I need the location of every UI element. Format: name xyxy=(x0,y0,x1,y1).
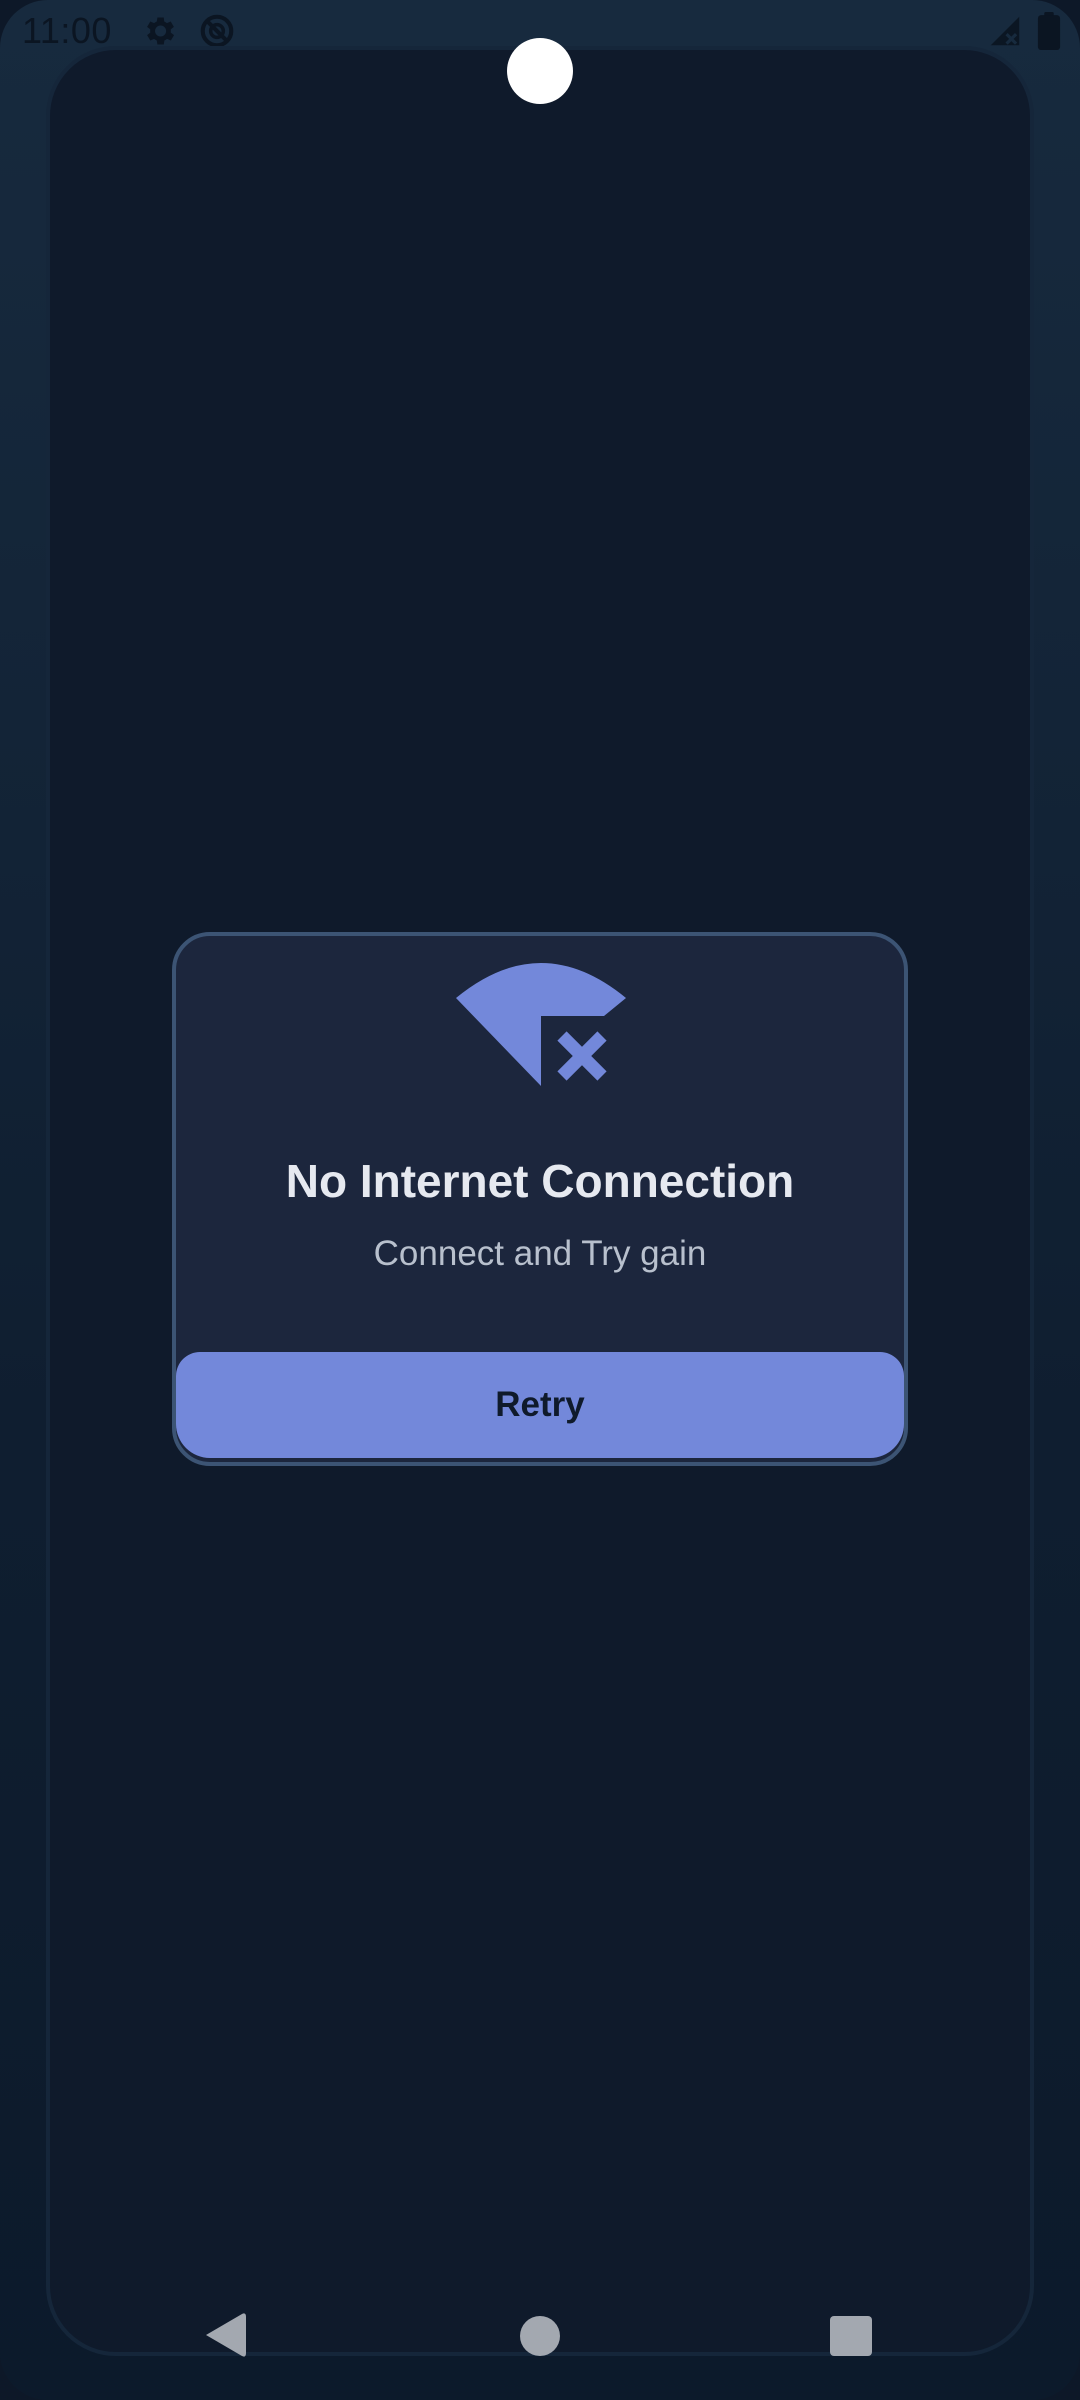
wifi-off-icon xyxy=(456,963,626,1086)
no-signal-icon xyxy=(990,16,1020,46)
home-icon[interactable] xyxy=(520,2316,560,2356)
camera-cutout xyxy=(507,38,573,104)
retry-button[interactable]: Retry xyxy=(176,1352,904,1458)
do-not-disturb-icon xyxy=(200,14,234,48)
back-icon[interactable] xyxy=(204,2312,246,2358)
dialog-subtitle: Connect and Try gain xyxy=(373,1234,707,1273)
battery-icon xyxy=(1037,12,1061,50)
dialog-title: No Internet Connection xyxy=(285,1155,795,1207)
status-time: 11:00 xyxy=(22,10,112,51)
recents-icon[interactable] xyxy=(830,2316,872,2356)
gear-icon xyxy=(147,17,175,45)
no-internet-dialog: No Internet Connection Connect and Try g… xyxy=(172,932,908,1466)
navigation-bar xyxy=(0,2300,1080,2380)
device-frame: 11:00 No Internet Connection Connect and… xyxy=(0,0,1080,2400)
